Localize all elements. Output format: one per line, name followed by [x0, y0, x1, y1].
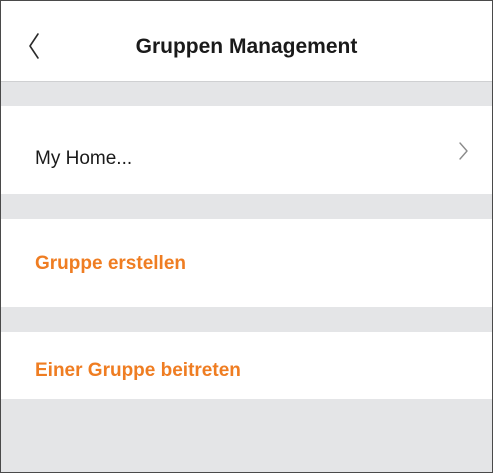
app-screen: Gruppen Management My Home... Gruppe ers… — [0, 0, 493, 473]
join-group-button[interactable]: Einer Gruppe beitreten — [1, 332, 492, 399]
group-item-label: My Home... — [35, 148, 133, 169]
create-group-label: Gruppe erstellen — [35, 253, 186, 274]
page-title: Gruppen Management — [135, 35, 358, 58]
create-group-button[interactable]: Gruppe erstellen — [1, 219, 492, 307]
join-group-label: Einer Gruppe beitreten — [35, 360, 241, 381]
group-item-my-home[interactable]: My Home... — [1, 106, 492, 194]
chevron-right-icon — [459, 142, 468, 160]
top-bar: Gruppen Management — [1, 1, 492, 82]
